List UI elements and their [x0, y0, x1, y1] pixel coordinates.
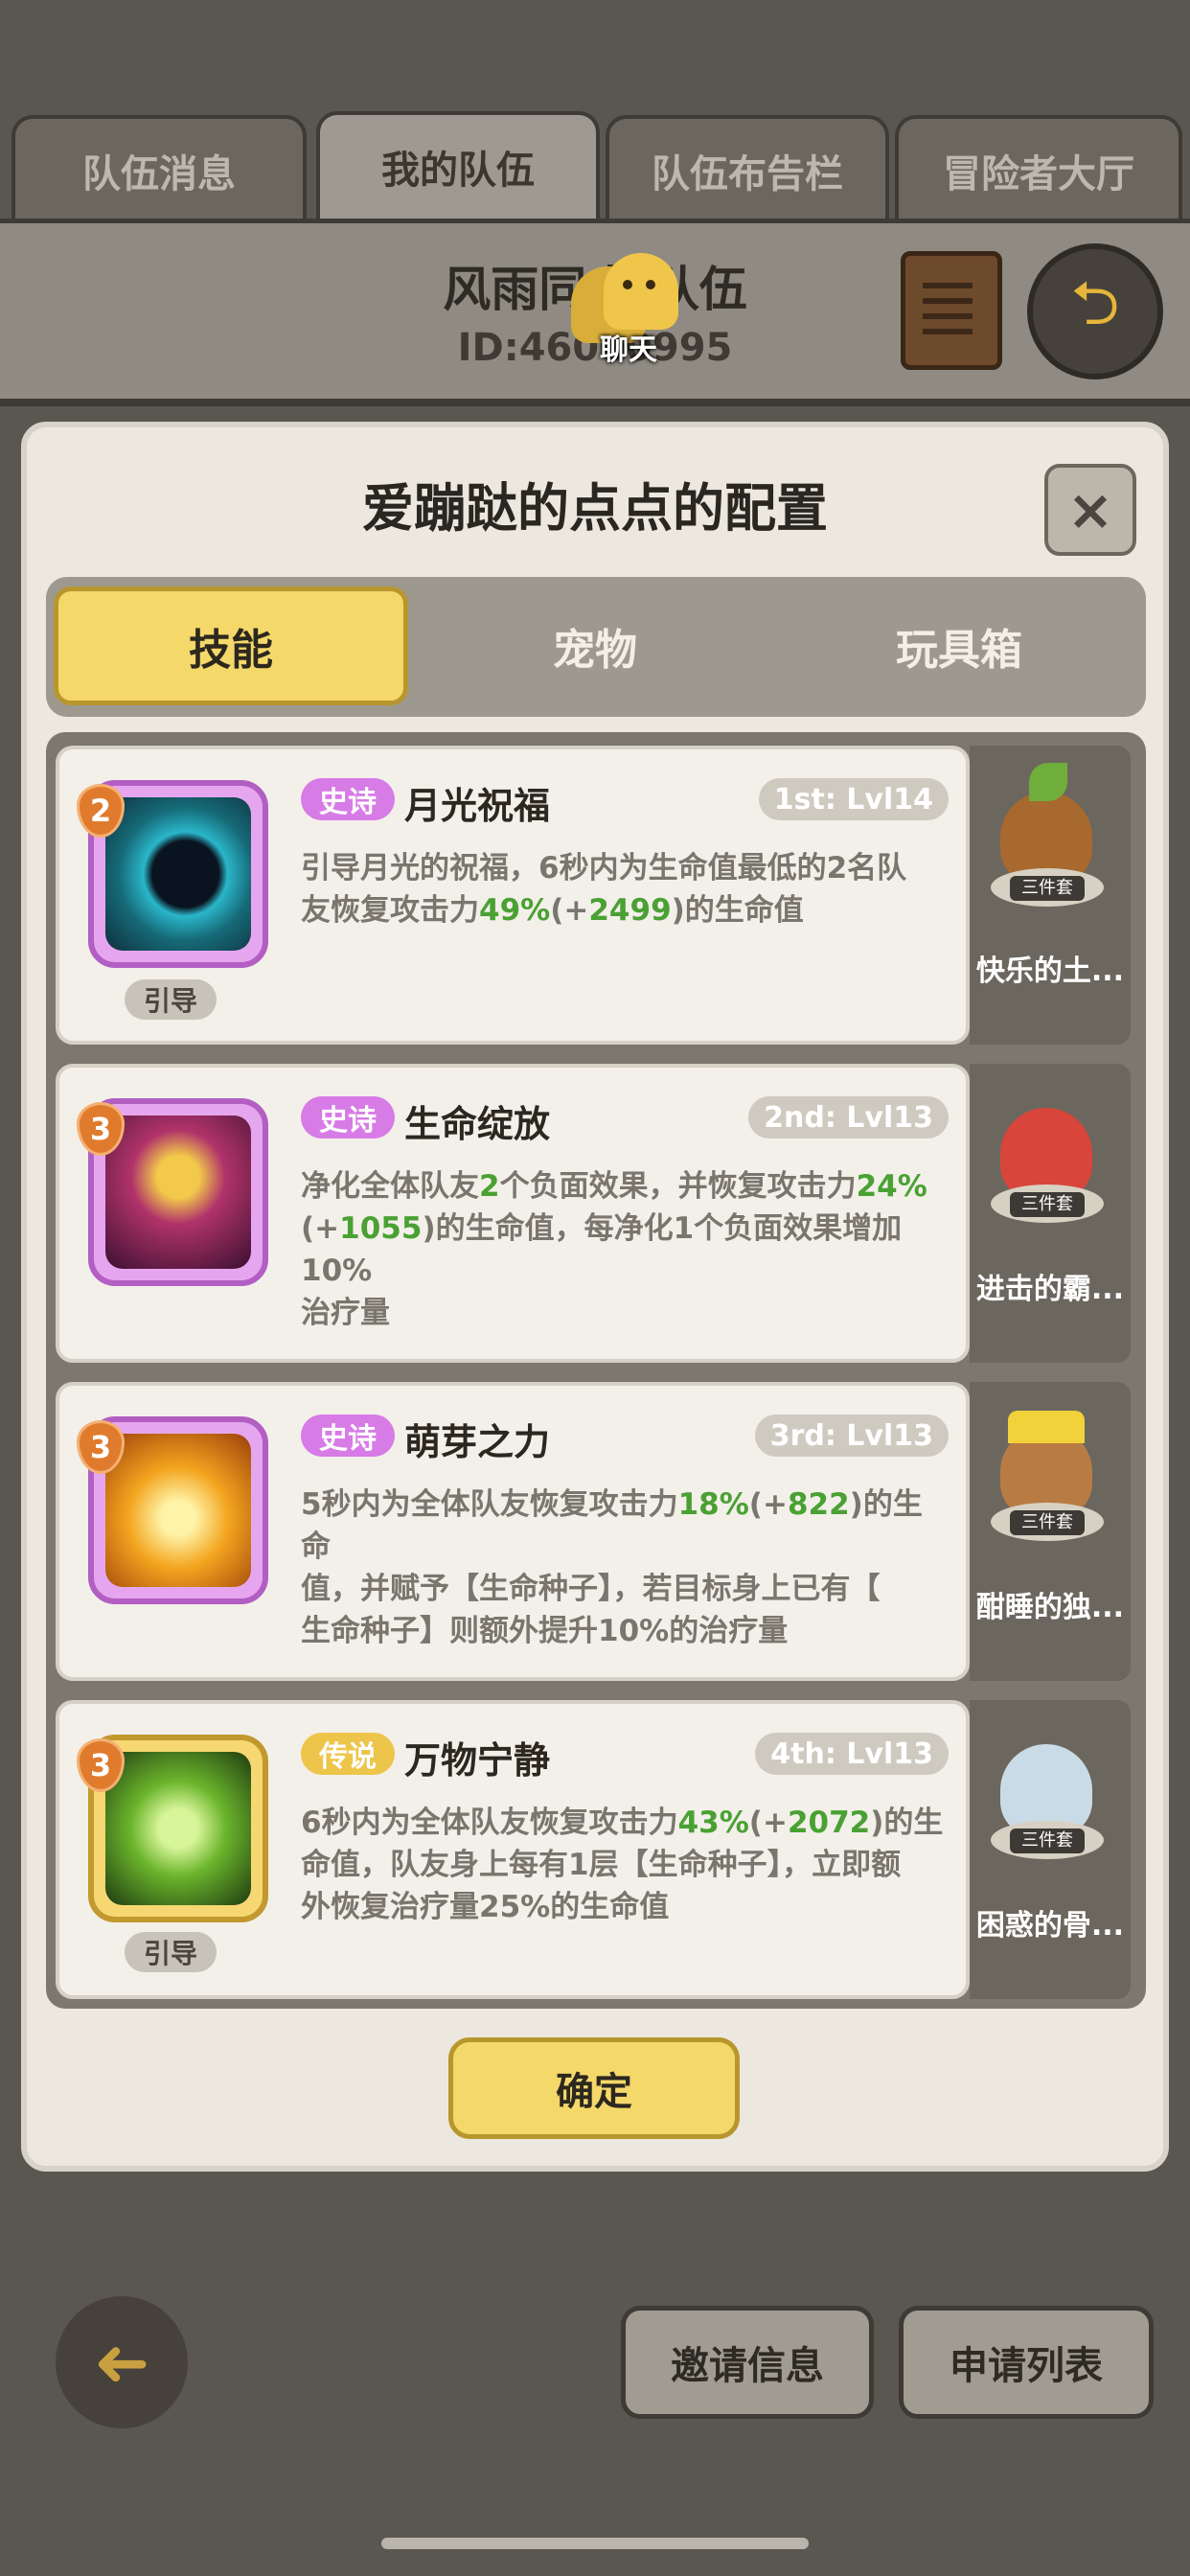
- top-tabs: 队伍消息 我的队伍 队伍布告栏 冒险者大厅: [0, 105, 1190, 222]
- rank-badge: 1st: Lvl14: [758, 778, 949, 820]
- pet-bear-icon: 三件套: [991, 1397, 1104, 1541]
- skill-description: 净化全体队友2个负面效果，并恢复攻击力24% (+1055)的生命值，每净化1个负…: [301, 1169, 927, 1330]
- pet-name: 进击的霸...: [975, 1273, 1125, 1306]
- chat-label[interactable]: 聊天: [571, 326, 686, 368]
- pet-tag: 三件套: [1010, 1192, 1085, 1217]
- rank-badge: 4th: Lvl13: [755, 1733, 949, 1775]
- pet-name: 困惑的骨...: [975, 1909, 1125, 1943]
- rarity-badge: 史诗: [301, 1096, 395, 1138]
- rank-badge: 2nd: Lvl13: [748, 1096, 949, 1138]
- guide-tag: 引导: [125, 1932, 217, 1972]
- glowing-hearts-icon: [105, 1752, 251, 1905]
- skill-name: 月光祝福: [404, 785, 551, 827]
- tab-skills[interactable]: 技能: [54, 586, 408, 705]
- arrow-left-icon[interactable]: ➜: [56, 2296, 188, 2428]
- pet-name: 酣睡的独...: [975, 1591, 1125, 1624]
- tab-team-board[interactable]: 队伍布告栏: [606, 115, 889, 222]
- pet-tag: 三件套: [1010, 1510, 1085, 1535]
- tab-toybox[interactable]: 玩具箱: [782, 586, 1136, 705]
- heart-flower-icon: [105, 1116, 251, 1269]
- tab-my-team[interactable]: 我的队伍: [316, 111, 600, 218]
- pet-monkey-icon: 三件套: [991, 763, 1104, 907]
- rank-badge: 3rd: Lvl13: [754, 1414, 949, 1457]
- guide-tag: 引导: [125, 979, 217, 1020]
- skill-name: 万物宁静: [404, 1739, 551, 1782]
- moon-icon: [105, 797, 251, 951]
- notice-scroll-icon[interactable]: [901, 251, 1002, 370]
- rarity-badge: 传说: [301, 1733, 395, 1775]
- rarity-badge: 史诗: [301, 1414, 395, 1457]
- tab-pets[interactable]: 宠物: [418, 586, 772, 705]
- sprout-icon: [105, 1434, 251, 1587]
- dialog-title: 爱蹦跶的点点的配置: [362, 478, 828, 539]
- invite-info-button[interactable]: 邀请信息: [621, 2306, 874, 2419]
- pet-tag: 三件套: [1010, 876, 1085, 901]
- skill-name: 萌芽之力: [404, 1421, 551, 1463]
- pet-tag: 三件套: [1010, 1828, 1085, 1853]
- skill-description: 引导月光的祝福，6秒内为生命值最低的2名队 友恢复攻击力49%(+2499)的生命…: [301, 851, 907, 928]
- skill-description: 6秒内为全体队友恢复攻击力43%(+2072)的生 命值，队友身上每有1层【生命种…: [301, 1806, 944, 1924]
- skill-name: 生命绽放: [404, 1103, 551, 1145]
- skill-description: 5秒内为全体队友恢复攻击力18%(+822)的生命 值，并赋予【生命种子】，若目标…: [301, 1487, 923, 1648]
- apply-list-button[interactable]: 申请列表: [899, 2306, 1154, 2419]
- exit-team-icon[interactable]: ⮌: [1027, 243, 1163, 380]
- pet-dino-icon: 三件套: [991, 1079, 1104, 1223]
- rarity-badge: 史诗: [301, 778, 395, 820]
- pet-dragon-icon: 三件套: [991, 1715, 1104, 1859]
- tab-team-messages[interactable]: 队伍消息: [11, 115, 307, 222]
- tab-adventurer-hall[interactable]: 冒险者大厅: [895, 115, 1182, 222]
- confirm-button[interactable]: 确定: [448, 2037, 740, 2139]
- home-indicator: [381, 2538, 809, 2549]
- close-button[interactable]: ×: [1044, 464, 1136, 556]
- pet-name: 快乐的土...: [975, 954, 1125, 988]
